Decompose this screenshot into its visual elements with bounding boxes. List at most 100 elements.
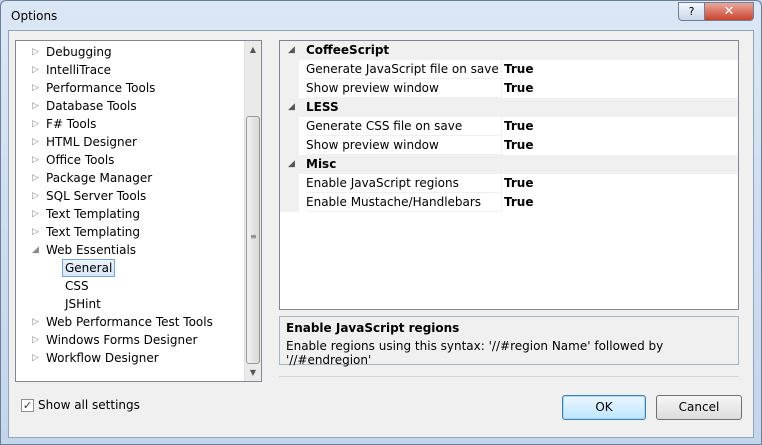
tree-item-label: Debugging	[46, 45, 112, 59]
tree-item[interactable]: ▷ Text Templating	[16, 223, 245, 241]
separator-line	[279, 376, 739, 377]
row-gutter	[280, 136, 299, 155]
tree-vertical-scrollbar[interactable]: ▲ ≡ ▼	[244, 41, 261, 381]
expand-arrow-icon[interactable]: ▷	[32, 205, 44, 223]
tree-item[interactable]: ▷ F# Tools	[16, 115, 245, 133]
expand-arrow-icon[interactable]: ▷	[32, 151, 44, 169]
tree-item[interactable]: ◢ Web Essentials	[16, 241, 245, 259]
collapse-arrow-icon[interactable]: ◢	[288, 98, 295, 117]
property-grid[interactable]: ◢ CoffeeScript Generate JavaScript file on…	[279, 40, 739, 310]
tree-item[interactable]: ▷ Package Manager	[16, 169, 245, 187]
category-label: Misc	[306, 157, 337, 171]
dialog-client-area: ▷ Debugging ▷ IntelliTrace ▷ Performance Tool…	[8, 30, 754, 438]
category-row[interactable]: ◢ Misc	[280, 155, 738, 174]
tree-item-label: F# Tools	[46, 117, 97, 131]
tree-item-label: Workflow Designer	[46, 351, 159, 365]
row-gutter	[280, 60, 299, 79]
expand-arrow-icon[interactable]: ▷	[32, 223, 44, 241]
tree-item[interactable]: ▷ Text Templating	[16, 205, 245, 223]
tree-item[interactable]: ▷ HTML Designer	[16, 133, 245, 151]
category-row[interactable]: ◢ LESS	[280, 98, 738, 117]
show-all-settings-label[interactable]: Show all settings	[38, 398, 140, 412]
tree-item-label: Package Manager	[46, 171, 153, 185]
property-row[interactable]: Generate CSS file on save True	[280, 117, 738, 136]
title-bar[interactable]: Options ? ✕	[1, 1, 761, 31]
tree-item-label: Windows Forms Designer	[46, 333, 198, 347]
property-value[interactable]: True	[503, 136, 533, 155]
expand-arrow-icon[interactable]: ▷	[32, 43, 44, 61]
property-row[interactable]: Show preview window True	[280, 79, 738, 98]
tree-item-label: Text Templating	[46, 207, 141, 221]
property-name[interactable]: Show preview window	[306, 79, 502, 98]
tree-item-label: IntelliTrace	[46, 63, 112, 77]
property-row[interactable]: Enable Mustache/Handlebars True	[280, 193, 738, 212]
tree-list: ▷ Debugging ▷ IntelliTrace ▷ Performance Tool…	[16, 43, 245, 367]
row-gutter	[280, 79, 299, 98]
property-value[interactable]: True	[503, 60, 533, 79]
property-value[interactable]: True	[503, 79, 533, 98]
scroll-grip-icon: ≡	[250, 232, 257, 241]
options-tree[interactable]: ▷ Debugging ▷ IntelliTrace ▷ Performance Tool…	[15, 40, 262, 382]
ok-button[interactable]: OK	[562, 395, 646, 420]
options-dialog: Options ? ✕ ▷ Debugging ▷ IntelliTrace ▷ Perf…	[0, 0, 762, 445]
tree-item-label: CSS	[65, 279, 89, 293]
tree-item[interactable]: ▷ Office Tools	[16, 151, 245, 169]
expand-arrow-icon[interactable]: ▷	[32, 115, 44, 133]
tree-item-label: Text Templating	[46, 225, 141, 239]
collapse-arrow-icon[interactable]: ◢	[288, 41, 295, 60]
collapse-arrow-icon[interactable]: ◢	[288, 155, 295, 174]
tree-item-label: Office Tools	[46, 153, 115, 167]
expand-arrow-icon[interactable]: ▷	[32, 331, 44, 349]
property-name[interactable]: Generate JavaScript file on save	[306, 60, 502, 79]
property-name[interactable]: Generate CSS file on save	[306, 117, 502, 136]
tree-item[interactable]: ▷ Workflow Designer	[16, 349, 245, 367]
check-mark-icon: ✓	[22, 399, 33, 412]
expand-arrow-icon[interactable]: ▷	[32, 97, 44, 115]
expand-arrow-icon[interactable]: ▷	[32, 133, 44, 151]
property-row[interactable]: Show preview window True	[280, 136, 738, 155]
property-row[interactable]: Enable JavaScript regions True	[280, 174, 738, 193]
row-gutter	[280, 174, 299, 193]
description-title: Enable JavaScript regions	[286, 321, 460, 335]
property-value[interactable]: True	[503, 117, 533, 136]
tree-item-label: General	[62, 259, 116, 277]
collapse-arrow-icon[interactable]: ◢	[32, 241, 44, 259]
property-name[interactable]: Enable JavaScript regions	[306, 174, 502, 193]
tree-item-label: SQL Server Tools	[46, 189, 147, 203]
expand-arrow-icon[interactable]: ▷	[32, 79, 44, 97]
tree-item[interactable]: ▷ Web Performance Test Tools	[16, 313, 245, 331]
row-gutter	[280, 193, 299, 212]
property-name[interactable]: Enable Mustache/Handlebars	[306, 193, 502, 212]
tree-item[interactable]: ▷ Database Tools	[16, 97, 245, 115]
checkbox-box[interactable]: ✓	[21, 399, 34, 412]
expand-arrow-icon[interactable]: ▷	[32, 187, 44, 205]
scroll-down-arrow-icon[interactable]: ▼	[245, 364, 261, 381]
scroll-thumb[interactable]: ≡	[246, 116, 260, 364]
property-row[interactable]: Generate JavaScript file on save True	[280, 60, 738, 79]
category-label: LESS	[306, 100, 339, 114]
tree-item[interactable]: CSS	[16, 277, 245, 295]
tree-item[interactable]: General	[16, 259, 245, 277]
tree-item[interactable]: ▷ Debugging	[16, 43, 245, 61]
tree-item-label: Performance Tools	[46, 81, 156, 95]
close-button[interactable]: ✕	[704, 2, 754, 21]
tree-item[interactable]: JSHint	[16, 295, 245, 313]
category-row[interactable]: ◢ CoffeeScript	[280, 41, 738, 60]
scroll-up-arrow-icon[interactable]: ▲	[245, 41, 261, 58]
tree-item-label: Database Tools	[46, 99, 137, 113]
tree-item[interactable]: ▷ SQL Server Tools	[16, 187, 245, 205]
expand-arrow-icon[interactable]: ▷	[32, 313, 44, 331]
tree-item-label: Web Essentials	[46, 243, 137, 257]
tree-item[interactable]: ▷ IntelliTrace	[16, 61, 245, 79]
cancel-button[interactable]: Cancel	[656, 395, 742, 420]
expand-arrow-icon[interactable]: ▷	[32, 349, 44, 367]
description-pane: Enable JavaScript regions Enable regions…	[279, 316, 739, 367]
help-button[interactable]: ?	[678, 2, 705, 21]
property-value[interactable]: True	[503, 174, 533, 193]
property-name[interactable]: Show preview window	[306, 136, 502, 155]
expand-arrow-icon[interactable]: ▷	[32, 61, 44, 79]
tree-item[interactable]: ▷ Performance Tools	[16, 79, 245, 97]
property-value[interactable]: True	[503, 193, 533, 212]
expand-arrow-icon[interactable]: ▷	[32, 169, 44, 187]
tree-item[interactable]: ▷ Windows Forms Designer	[16, 331, 245, 349]
